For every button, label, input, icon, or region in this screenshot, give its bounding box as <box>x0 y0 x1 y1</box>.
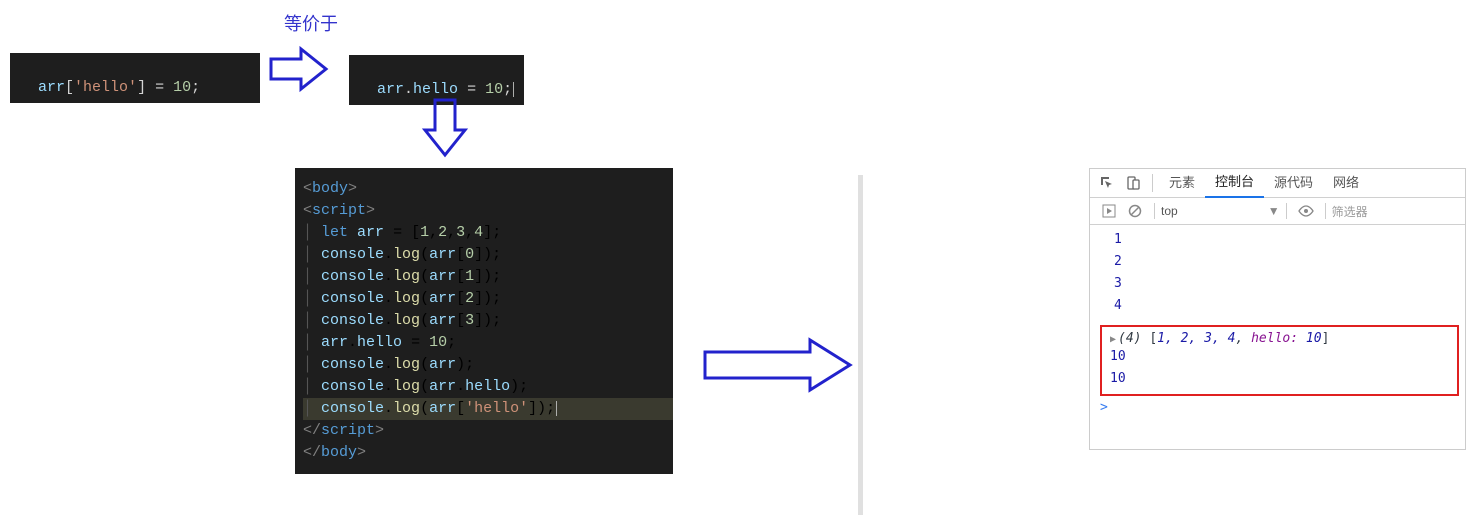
filter-label[interactable]: 筛选器 <box>1332 203 1368 220</box>
console-row: 3 <box>1114 273 1465 295</box>
tab-elements[interactable]: 元素 <box>1159 169 1205 197</box>
code-text: arr['hello'] = 10; <box>38 79 200 96</box>
devtools-tabs: 元素 控制台 源代码 网络 <box>1090 169 1465 198</box>
console-output: 1 2 3 4 <box>1090 225 1465 321</box>
console-row: 1 <box>1114 229 1465 251</box>
play-icon[interactable] <box>1100 202 1118 220</box>
console-row: 4 <box>1114 295 1465 317</box>
console-prompt[interactable]: > <box>1090 400 1465 415</box>
arrow-output-icon <box>700 335 860 395</box>
inspect-icon[interactable] <box>1098 174 1116 192</box>
code-snippet-left: arr['hello'] = 10; <box>10 53 260 103</box>
devtools-panel: 元素 控制台 源代码 网络 top ▼ 筛选器 1 2 3 4 ▶(4) [1,… <box>1089 168 1466 450</box>
code-block-main: <body> <script> │ let arr = [1,2,3,4]; │… <box>295 168 673 474</box>
devtools-toolbar: top ▼ 筛选器 <box>1090 198 1465 225</box>
tab-network[interactable]: 网络 <box>1323 169 1369 197</box>
arrow-down-icon <box>420 95 470 165</box>
console-row: 10 <box>1110 368 1449 390</box>
context-select[interactable]: top ▼ <box>1161 204 1280 218</box>
clear-icon[interactable] <box>1126 202 1144 220</box>
expand-icon[interactable]: ▶ <box>1110 334 1116 345</box>
console-row: 10 <box>1110 346 1449 368</box>
eye-icon[interactable] <box>1297 202 1315 220</box>
device-icon[interactable] <box>1124 174 1142 192</box>
console-row: 2 <box>1114 251 1465 273</box>
console-array-line[interactable]: ▶(4) [1, 2, 3, 4, hello: 10] <box>1110 331 1449 346</box>
console-highlight-box: ▶(4) [1, 2, 3, 4, hello: 10] 10 10 <box>1100 325 1459 396</box>
arrow-right-icon <box>266 44 336 94</box>
equiv-label: 等价于 <box>284 10 338 36</box>
tab-sources[interactable]: 源代码 <box>1264 169 1323 197</box>
tab-console[interactable]: 控制台 <box>1205 168 1264 198</box>
